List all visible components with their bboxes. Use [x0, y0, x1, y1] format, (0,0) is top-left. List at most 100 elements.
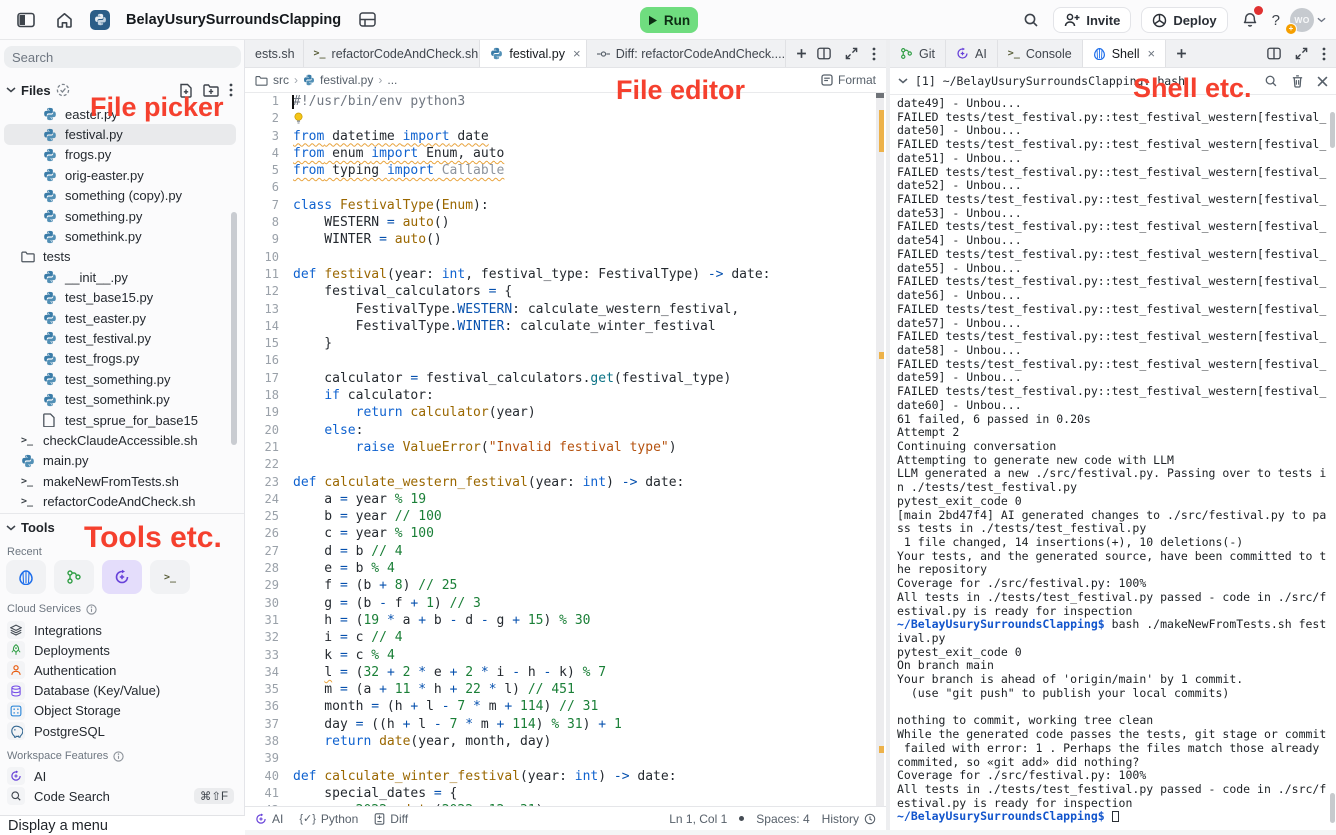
trash-icon[interactable] — [1291, 74, 1304, 88]
code-line-24[interactable]: 24 a = year % 19 — [245, 491, 876, 508]
file-row-something.py[interactable]: something.py — [4, 206, 236, 226]
file-row-__init__.py[interactable]: __init__.py — [4, 267, 236, 287]
code-line-38[interactable]: 38 return date(year, month, day) — [245, 733, 876, 750]
terminal-scrollbar-thumb[interactable] — [1330, 112, 1335, 148]
code-line-41[interactable]: 41 special_dates = { — [245, 785, 876, 802]
status-python[interactable]: {✓} Python — [299, 812, 358, 826]
sidebar-item-code-search[interactable]: Code Search ⌘⇧F — [4, 786, 240, 806]
editor-tab-refactorcodeandcheck-sh[interactable]: >_ refactorCodeAndCheck.sh — [304, 40, 481, 67]
code-line-39[interactable]: 39 — [245, 750, 876, 767]
project-title[interactable]: BelayUsurySurroundsClapping — [126, 12, 341, 28]
shell-tab-git[interactable]: Git — [890, 40, 946, 67]
account-menu[interactable]: WO + — [1285, 8, 1326, 35]
file-row-test_somethink.py[interactable]: test_somethink.py — [4, 389, 236, 409]
file-row-main.py[interactable]: main.py — [4, 451, 236, 471]
sidebar-toggle-icon[interactable] — [14, 8, 38, 32]
code-line-12[interactable]: 12 festival_calculators = { — [245, 283, 876, 300]
code-line-15[interactable]: 15 } — [245, 335, 876, 352]
shell-tab-console[interactable]: >_ Console — [998, 40, 1083, 67]
code-line-32[interactable]: 32 i = c // 4 — [245, 629, 876, 646]
sidebar-item-database-key-value-[interactable]: Database (Key/Value) — [4, 681, 240, 701]
close-icon[interactable]: × — [1148, 46, 1156, 61]
run-button[interactable]: Run — [640, 7, 698, 33]
code-line-27[interactable]: 27 d = b // 4 — [245, 543, 876, 560]
files-filter-icon[interactable] — [56, 83, 70, 97]
sidebar-search-input[interactable]: Search — [4, 46, 241, 68]
shell-tab-shell[interactable]: Shell × — [1082, 40, 1167, 67]
file-row-somethink.py[interactable]: somethink.py — [4, 226, 236, 246]
breadcrumb-root[interactable]: src — [273, 73, 289, 87]
code-line-20[interactable]: 20 else: — [245, 422, 876, 439]
search-icon[interactable] — [1019, 8, 1043, 32]
code-line-18[interactable]: 18 if calculator: — [245, 387, 876, 404]
file-row-something (copy).py[interactable]: something (copy).py — [4, 186, 236, 206]
close-icon[interactable] — [1317, 76, 1328, 87]
breadcrumb-more[interactable]: ... — [387, 73, 397, 87]
code-line-37[interactable]: 37 day = ((h + l - 7 * m + 114) % 31) + … — [245, 716, 876, 733]
file-tree-scrollbar[interactable] — [231, 212, 237, 445]
editor-scrollbar-thumb[interactable] — [876, 93, 884, 98]
code-line-19[interactable]: 19 return calculator(year) — [245, 404, 876, 421]
sidebar-item-ai[interactable]: AI — [4, 766, 240, 786]
terminal-search-icon[interactable] — [1264, 74, 1278, 88]
status-diff[interactable]: Diff — [374, 812, 408, 826]
code-line-1[interactable]: 1 #!/usr/bin/env python3 — [245, 93, 876, 110]
code-editor[interactable]: 1 #!/usr/bin/env python3 2 3 from datetime i… — [245, 93, 876, 806]
chevron-down-icon[interactable] — [6, 87, 16, 93]
code-line-10[interactable]: 10 — [245, 249, 876, 266]
code-line-34[interactable]: 34 l = (32 + 2 * e + 2 * i - h - k) % 7 — [245, 664, 876, 681]
ai-tool-button[interactable] — [102, 560, 142, 594]
code-line-29[interactable]: 29 f = (b + 8) // 25 — [245, 577, 876, 594]
shell-new-tab-button[interactable] — [1166, 40, 1197, 67]
sidebar-item-integrations[interactable]: Integrations — [4, 620, 240, 640]
status-ai[interactable]: AI — [255, 812, 283, 826]
sidebar-item-authentication[interactable]: Authentication — [4, 660, 240, 680]
sidebar-item-deployments[interactable]: Deployments — [4, 640, 240, 660]
shell-tab-ai[interactable]: AI — [946, 40, 998, 67]
code-line-7[interactable]: 7 class FestivalType(Enum): — [245, 197, 876, 214]
code-line-3[interactable]: 3 from datetime import date — [245, 128, 876, 145]
code-line-22[interactable]: 22 — [245, 456, 876, 473]
file-row-test_sprue_for_base15[interactable]: test_sprue_for_base15 — [4, 410, 236, 430]
code-line-2[interactable]: 2 — [245, 110, 876, 127]
home-icon[interactable] — [52, 8, 76, 32]
invite-button[interactable]: Invite — [1053, 7, 1132, 33]
chevron-down-icon[interactable] — [898, 78, 908, 84]
editor-tab-diff-refactorcodeandcheck-[interactable]: Diff: refactorCodeAndCheck.... — [587, 40, 786, 67]
file-row-checkClaudeAccessible.sh[interactable]: >_ checkClaudeAccessible.sh — [4, 430, 236, 450]
code-line-28[interactable]: 28 e = b % 4 — [245, 560, 876, 577]
history-button[interactable]: History — [822, 812, 876, 826]
layout-icon[interactable] — [355, 8, 379, 32]
code-line-11[interactable]: 11 def festival(year: int, festival_type:… — [245, 266, 876, 283]
code-line-31[interactable]: 31 h = (19 * a + b - d - g + 15) % 30 — [245, 612, 876, 629]
code-line-33[interactable]: 33 k = c % 4 — [245, 647, 876, 664]
spaces-setting[interactable]: Spaces: 4 — [756, 812, 809, 826]
editor-tab-ests-sh[interactable]: ests.sh — [245, 40, 304, 67]
code-line-21[interactable]: 21 raise ValueError("Invalid festival ty… — [245, 439, 876, 456]
pane-menu-button[interactable] — [872, 47, 876, 61]
file-row-refactorCodeAndCheck.sh[interactable]: >_ refactorCodeAndCheck.sh — [4, 491, 236, 511]
console-tool-button[interactable]: >_ — [150, 560, 190, 594]
file-row-test_frogs.py[interactable]: test_frogs.py — [4, 349, 236, 369]
expand-pane-button[interactable] — [845, 47, 858, 60]
code-line-9[interactable]: 9 WINTER = auto() — [245, 231, 876, 248]
code-line-5[interactable]: 5 from typing import Callable — [245, 162, 876, 179]
help-icon[interactable]: ? — [1272, 12, 1280, 29]
editor-tab-festival-py[interactable]: festival.py × — [480, 40, 587, 67]
code-line-6[interactable]: 6 — [245, 179, 876, 196]
tools-header[interactable]: Tools — [6, 520, 55, 535]
code-line-25[interactable]: 25 b = year // 100 — [245, 508, 876, 525]
code-line-40[interactable]: 40 def calculate_winter_festival(year: in… — [245, 768, 876, 785]
file-row-orig-easter.py[interactable]: orig-easter.py — [4, 165, 236, 185]
code-line-13[interactable]: 13 FestivalType.WESTERN: calculate_weste… — [245, 301, 876, 318]
notifications-bell-icon[interactable] — [1238, 6, 1263, 32]
file-row-festival.py[interactable]: festival.py — [4, 124, 236, 145]
file-row-test_base15.py[interactable]: test_base15.py — [4, 288, 236, 308]
code-line-35[interactable]: 35 m = (a + 11 * h + 22 * l) // 451 — [245, 681, 876, 698]
terminal-scrollbar-thumb[interactable] — [1330, 793, 1335, 823]
sidebar-item-object-storage[interactable]: Object Storage — [4, 701, 240, 721]
code-line-36[interactable]: 36 month = (h + l - 7 * m + 114) // 31 — [245, 698, 876, 715]
split-pane-button[interactable] — [1267, 47, 1281, 60]
pane-menu-button[interactable] — [1322, 47, 1326, 61]
editor-new-tab-button[interactable] — [786, 40, 817, 67]
